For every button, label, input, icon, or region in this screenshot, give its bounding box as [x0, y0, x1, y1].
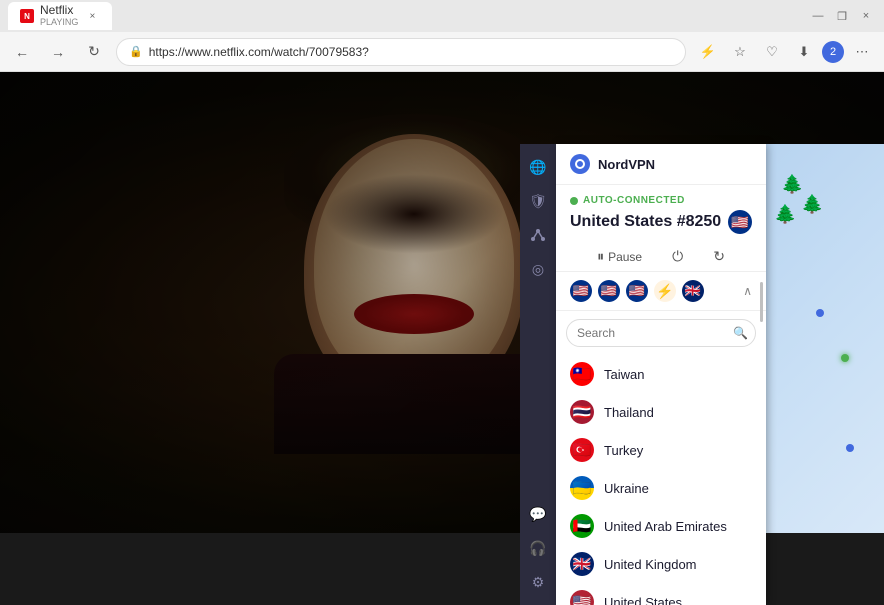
browser-chrome: N Netflix PLAYING × — ❐ × ← → ↻ 🔒 https:… [0, 0, 884, 72]
map-dot-green [841, 354, 849, 362]
chat-icon[interactable]: 💬 [523, 499, 553, 529]
country-taiwan[interactable]: 🇹🇼 Taiwan [558, 355, 764, 393]
country-list: 🇹🇼 Taiwan 🇹🇭 Thailand 🇹🇷 Turkey 🇺🇦 Ukrai… [556, 355, 766, 605]
tab-favicon-letter: N [24, 12, 30, 21]
address-bar[interactable]: 🔒 https://www.netflix.com/watch/70079583… [116, 38, 686, 66]
target-icon[interactable]: ◎ [523, 254, 553, 284]
panel-title: NordVPN [598, 157, 655, 172]
back-button[interactable]: ← [8, 38, 36, 66]
country-uk[interactable]: 🇬🇧 United Kingdom [558, 545, 764, 583]
tree-icon-1: 🌲 [781, 174, 803, 195]
quick-connect-row: 🇺🇸 🇺🇸 🇺🇸 ⚡ 🇬🇧 ∧ [556, 272, 766, 311]
uk-name: United Kingdom [604, 557, 697, 572]
extensions-button[interactable]: ⚡ [694, 38, 722, 66]
nordvpn-logo [570, 154, 590, 174]
forward-button[interactable]: → [44, 38, 72, 66]
country-turkey[interactable]: 🇹🇷 Turkey [558, 431, 764, 469]
settings-icon[interactable]: ⚙ [523, 567, 553, 597]
us-name: United States [604, 595, 682, 605]
navigation-bar: ← → ↻ 🔒 https://www.netflix.com/watch/70… [0, 32, 884, 72]
scroll-indicator [760, 282, 763, 322]
ukraine-flag: 🇺🇦 [570, 476, 594, 500]
headset-icon[interactable]: 🎧 [523, 533, 553, 563]
map-area: 🌲 🌲 🌲 [766, 144, 884, 533]
search-bar[interactable]: 🔍 [566, 319, 756, 347]
quick-flag-1[interactable]: 🇺🇸 [570, 280, 592, 302]
shield-icon[interactable]: 🛡 [523, 186, 553, 216]
bolt-icon[interactable]: ⚡ [654, 280, 676, 302]
us-flag: 🇺🇸 [570, 590, 594, 605]
tree-icon-2: 🌲 [801, 194, 823, 215]
url-text: https://www.netflix.com/watch/70079583? [149, 45, 369, 59]
tab-title: Netflix [40, 4, 78, 17]
quick-flag-2[interactable]: 🇺🇸 [598, 280, 620, 302]
panel-header: NordVPN [556, 144, 766, 185]
map-dot-blue-1 [816, 309, 824, 317]
uae-flag: 🇦🇪 [570, 514, 594, 538]
server-row: United States #8250 🇺🇸 [570, 210, 752, 234]
profile-button[interactable]: 2 [822, 41, 844, 63]
country-thailand[interactable]: 🇹🇭 Thailand [558, 393, 764, 431]
uae-name: United Arab Emirates [604, 519, 727, 534]
search-icon: 🔍 [733, 326, 748, 340]
tab-subtitle: PLAYING [40, 18, 78, 28]
power-icon: ⏻ [672, 248, 683, 265]
tree-icon-3: 🌲 [774, 204, 796, 225]
ukraine-name: Ukraine [604, 481, 649, 496]
pause-label: Pause [608, 250, 642, 264]
collapse-button[interactable]: ∧ [743, 284, 752, 298]
menu-button[interactable]: ⋯ [848, 38, 876, 66]
map-dots: 🌲 🌲 🌲 [766, 144, 884, 533]
turkey-flag: 🇹🇷 [570, 438, 594, 462]
search-input[interactable] [566, 319, 756, 347]
taiwan-name: Taiwan [604, 367, 644, 382]
uk-flag: 🇬🇧 [570, 552, 594, 576]
minimize-button[interactable]: — [808, 6, 828, 26]
refresh-icon: ↻ [713, 248, 725, 265]
tab-favicon: N [20, 9, 34, 23]
restore-button[interactable]: ❐ [832, 6, 852, 26]
thailand-name: Thailand [604, 405, 654, 420]
tab-close-button[interactable]: × [84, 8, 100, 24]
pause-button[interactable]: ⏸ Pause [597, 248, 642, 265]
connected-indicator [570, 197, 578, 205]
country-uae[interactable]: 🇦🇪 United Arab Emirates [558, 507, 764, 545]
download-button[interactable]: ⬇ [790, 38, 818, 66]
close-button[interactable]: × [856, 6, 876, 26]
country-us[interactable]: 🇺🇸 United States [558, 583, 764, 605]
nordvpn-sidebar-icons: 🌐 🛡 ◎ 💬 🎧 ⚙ [520, 144, 556, 605]
power-button[interactable]: ⏻ [672, 248, 683, 265]
bookmark-button[interactable]: ☆ [726, 38, 754, 66]
country-ukraine[interactable]: 🇺🇦 Ukraine [558, 469, 764, 507]
nav-actions: ⚡ ☆ ♡ ⬇ 2 ⋯ [694, 38, 876, 66]
window-controls: — ❐ × [808, 6, 876, 26]
refresh-button[interactable]: ↻ [80, 38, 108, 66]
pause-icon: ⏸ [597, 248, 604, 265]
action-buttons: ⏸ Pause ⏻ ↻ [556, 242, 766, 272]
browser-tab[interactable]: N Netflix PLAYING × [8, 2, 112, 30]
heart-button[interactable]: ♡ [758, 38, 786, 66]
turkey-name: Turkey [604, 443, 643, 458]
quick-flag-3[interactable]: 🇺🇸 [626, 280, 648, 302]
globe-icon[interactable]: 🌐 [523, 152, 553, 182]
map-dot-blue-2 [846, 444, 854, 452]
taiwan-flag: 🇹🇼 [570, 362, 594, 386]
refresh-button[interactable]: ↻ [713, 248, 725, 265]
nodes-icon[interactable] [523, 220, 553, 250]
quick-flag-uk[interactable]: 🇬🇧 [682, 280, 704, 302]
connected-section: AUTO-CONNECTED United States #8250 🇺🇸 [556, 185, 766, 242]
server-flag: 🇺🇸 [728, 210, 752, 234]
connection-status: AUTO-CONNECTED [583, 195, 685, 206]
auto-connected-badge: AUTO-CONNECTED [570, 195, 752, 206]
server-name: United States #8250 [570, 213, 721, 231]
title-bar: N Netflix PLAYING × — ❐ × [0, 0, 884, 32]
main-content: 🌐 🛡 ◎ 💬 🎧 ⚙ NordVPN [0, 72, 884, 533]
nordvpn-panel: NordVPN AUTO-CONNECTED United States #82… [556, 144, 766, 605]
thailand-flag: 🇹🇭 [570, 400, 594, 424]
nordvpn-logo-inner [575, 159, 585, 169]
